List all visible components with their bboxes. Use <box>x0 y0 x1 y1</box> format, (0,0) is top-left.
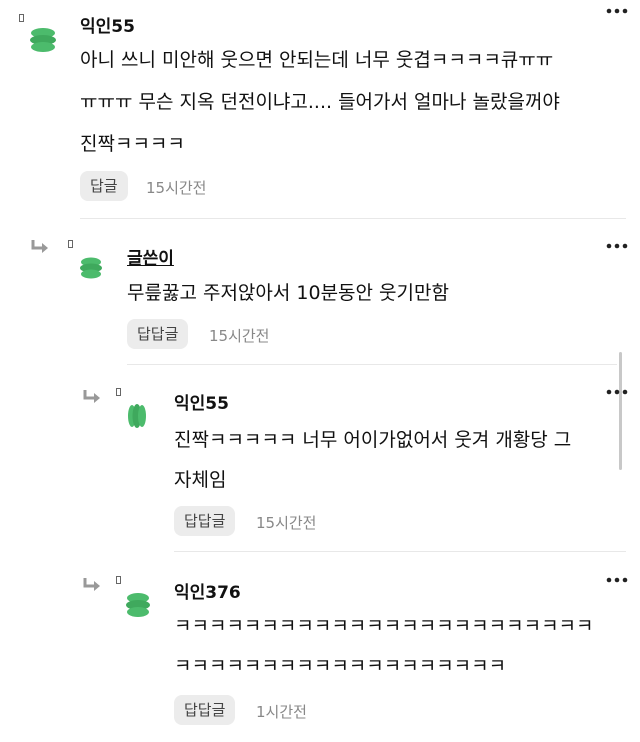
comment-author[interactable]: 익인55 <box>80 12 135 37</box>
reply-arrow-icon <box>83 390 100 403</box>
timestamp: 15시간전 <box>146 179 207 197</box>
comment-text-line: ㅠㅠㅠ 무슨 지옥 던전이냐고.... 들어가서 얼마나 놀랐을꺼야 <box>80 91 560 113</box>
comment-reply: 글쓴이 무릎꿇고 주저앉아서 10분동안 웃기만함 답답글 15시간전 <box>0 226 640 356</box>
avatar-icon <box>126 593 150 617</box>
comment-reply: 익인55 진짝ㅋㅋㅋㅋㅋ 너무 어이가없어서 웃겨 개황당 그 자체임 답답글 … <box>0 372 640 542</box>
comment: 익인55 아니 쓰니 미안해 웃으면 안되는데 너무 웃겹ㅋㅋㅋㅋ큐ㅠㅠ ㅠㅠㅠ… <box>0 0 640 220</box>
avatar-icon <box>128 404 146 428</box>
reply-button[interactable]: 답답글 <box>174 506 236 536</box>
comment-text-line: 진짝ㅋㅋㅋㅋㅋ 너무 어이가없어서 웃겨 개황당 그 <box>174 429 572 451</box>
more-dots-icon[interactable] <box>606 388 628 396</box>
comment-text-line: 진짝ㅋㅋㅋㅋ <box>80 133 185 155</box>
divider <box>127 364 617 365</box>
avatar-icon <box>80 257 102 279</box>
comment-text-line: 자체임 <box>174 469 227 491</box>
author-level-icon <box>19 14 24 22</box>
comment-text-line: ㅋㅋㅋㅋㅋㅋㅋㅋㅋㅋㅋㅋㅋㅋㅋㅋㅋㅋㅋ <box>174 655 507 677</box>
reply-button[interactable]: 답답글 <box>174 695 236 725</box>
comment-author[interactable]: 익인55 <box>174 389 229 414</box>
timestamp: 1시간전 <box>256 703 307 721</box>
reply-button[interactable]: 답글 <box>80 171 128 201</box>
reply-arrow-icon <box>83 578 100 591</box>
more-dots-icon[interactable] <box>606 576 628 584</box>
comment-reply: 익인376 ㅋㅋㅋㅋㅋㅋㅋㅋㅋㅋㅋㅋㅋㅋㅋㅋㅋㅋㅋㅋㅋㅋㅋㅋ ㅋㅋㅋㅋㅋㅋㅋㅋㅋ… <box>0 562 640 742</box>
more-dots-icon[interactable] <box>606 242 628 250</box>
comment-author[interactable]: 익인376 <box>174 578 241 603</box>
divider <box>80 218 626 219</box>
comment-author[interactable]: 글쓴이 <box>127 244 174 269</box>
divider <box>174 551 626 552</box>
avatar-icon <box>30 28 56 52</box>
author-level-icon <box>116 576 121 584</box>
author-level-icon <box>68 240 73 248</box>
comment-text-line: 아니 쓰니 미안해 웃으면 안되는데 너무 웃겹ㅋㅋㅋㅋ큐ㅠㅠ <box>80 49 554 71</box>
reply-button[interactable]: 답답글 <box>127 319 189 349</box>
more-dots-icon[interactable] <box>606 7 628 15</box>
comment-text-line: ㅋㅋㅋㅋㅋㅋㅋㅋㅋㅋㅋㅋㅋㅋㅋㅋㅋㅋㅋㅋㅋㅋㅋㅋ <box>174 615 594 637</box>
reply-arrow-icon <box>31 240 48 253</box>
comment-text-line: 무릎꿇고 주저앉아서 10분동안 웃기만함 <box>127 282 449 304</box>
timestamp: 15시간전 <box>256 514 317 532</box>
author-level-icon <box>116 388 121 396</box>
timestamp: 15시간전 <box>209 327 270 345</box>
